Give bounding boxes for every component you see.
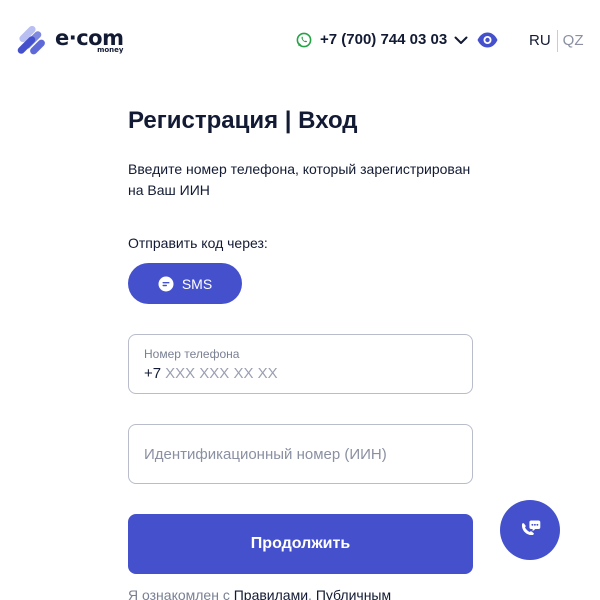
phone-number: +7 (700) 744 03 03 xyxy=(320,31,448,48)
lang-qz[interactable]: QZ xyxy=(563,31,584,51)
phone-placeholder: XXX XXX XX XX xyxy=(165,365,278,382)
page-title: Регистрация | Вход xyxy=(128,107,358,134)
send-via-label: Отправить код через: xyxy=(128,235,268,251)
consent-text: Я ознакомлен с Правилами, Публичным xyxy=(128,586,473,600)
phone-field[interactable]: Номер телефона +7 XXX XXX XX XX xyxy=(128,334,473,394)
consent-prefix: Я ознакомлен с xyxy=(128,587,234,600)
ecom-logo-icon xyxy=(17,26,45,55)
public-offer-link[interactable]: Публичным xyxy=(316,587,391,600)
phone-prefix: +7 xyxy=(144,365,162,382)
logo[interactable]: e·com money xyxy=(15,26,124,60)
lang-ru[interactable]: RU xyxy=(529,31,551,51)
message-icon xyxy=(158,276,174,291)
language-switcher: RU QZ xyxy=(529,30,584,52)
support-button[interactable] xyxy=(500,500,560,560)
whatsapp-icon xyxy=(296,32,312,48)
consent-separator: , xyxy=(308,587,316,600)
logo-text: e·com money xyxy=(55,26,124,54)
continue-button-label: Продолжить xyxy=(250,535,351,552)
lang-divider xyxy=(556,30,558,52)
chevron-down-icon xyxy=(454,36,468,44)
auth-form: Регистрация | Вход Введите номер телефон… xyxy=(128,105,473,600)
phone-chat-icon xyxy=(521,520,541,536)
rules-link[interactable]: Правилами xyxy=(234,587,308,600)
phone-field-label: Номер телефона xyxy=(144,347,240,361)
eye-icon[interactable] xyxy=(477,31,498,49)
iin-field[interactable]: Идентификационный номер (ИИН) xyxy=(128,424,473,484)
phone-field-value: +7 XXX XXX XX XX xyxy=(144,365,278,383)
sms-button-label: SMS xyxy=(181,275,213,292)
sms-button[interactable]: SMS xyxy=(128,263,242,304)
phone-dropdown[interactable]: +7 (700) 744 03 03 xyxy=(296,30,469,50)
iin-placeholder: Идентификационный номер (ИИН) xyxy=(144,446,387,463)
description: Введите номер телефона, который зарегист… xyxy=(128,161,471,198)
continue-button[interactable]: Продолжить xyxy=(128,514,473,574)
logo-sub: money xyxy=(97,46,124,54)
header: e·com money +7 (700) 744 03 03 RU QZ xyxy=(0,0,600,80)
